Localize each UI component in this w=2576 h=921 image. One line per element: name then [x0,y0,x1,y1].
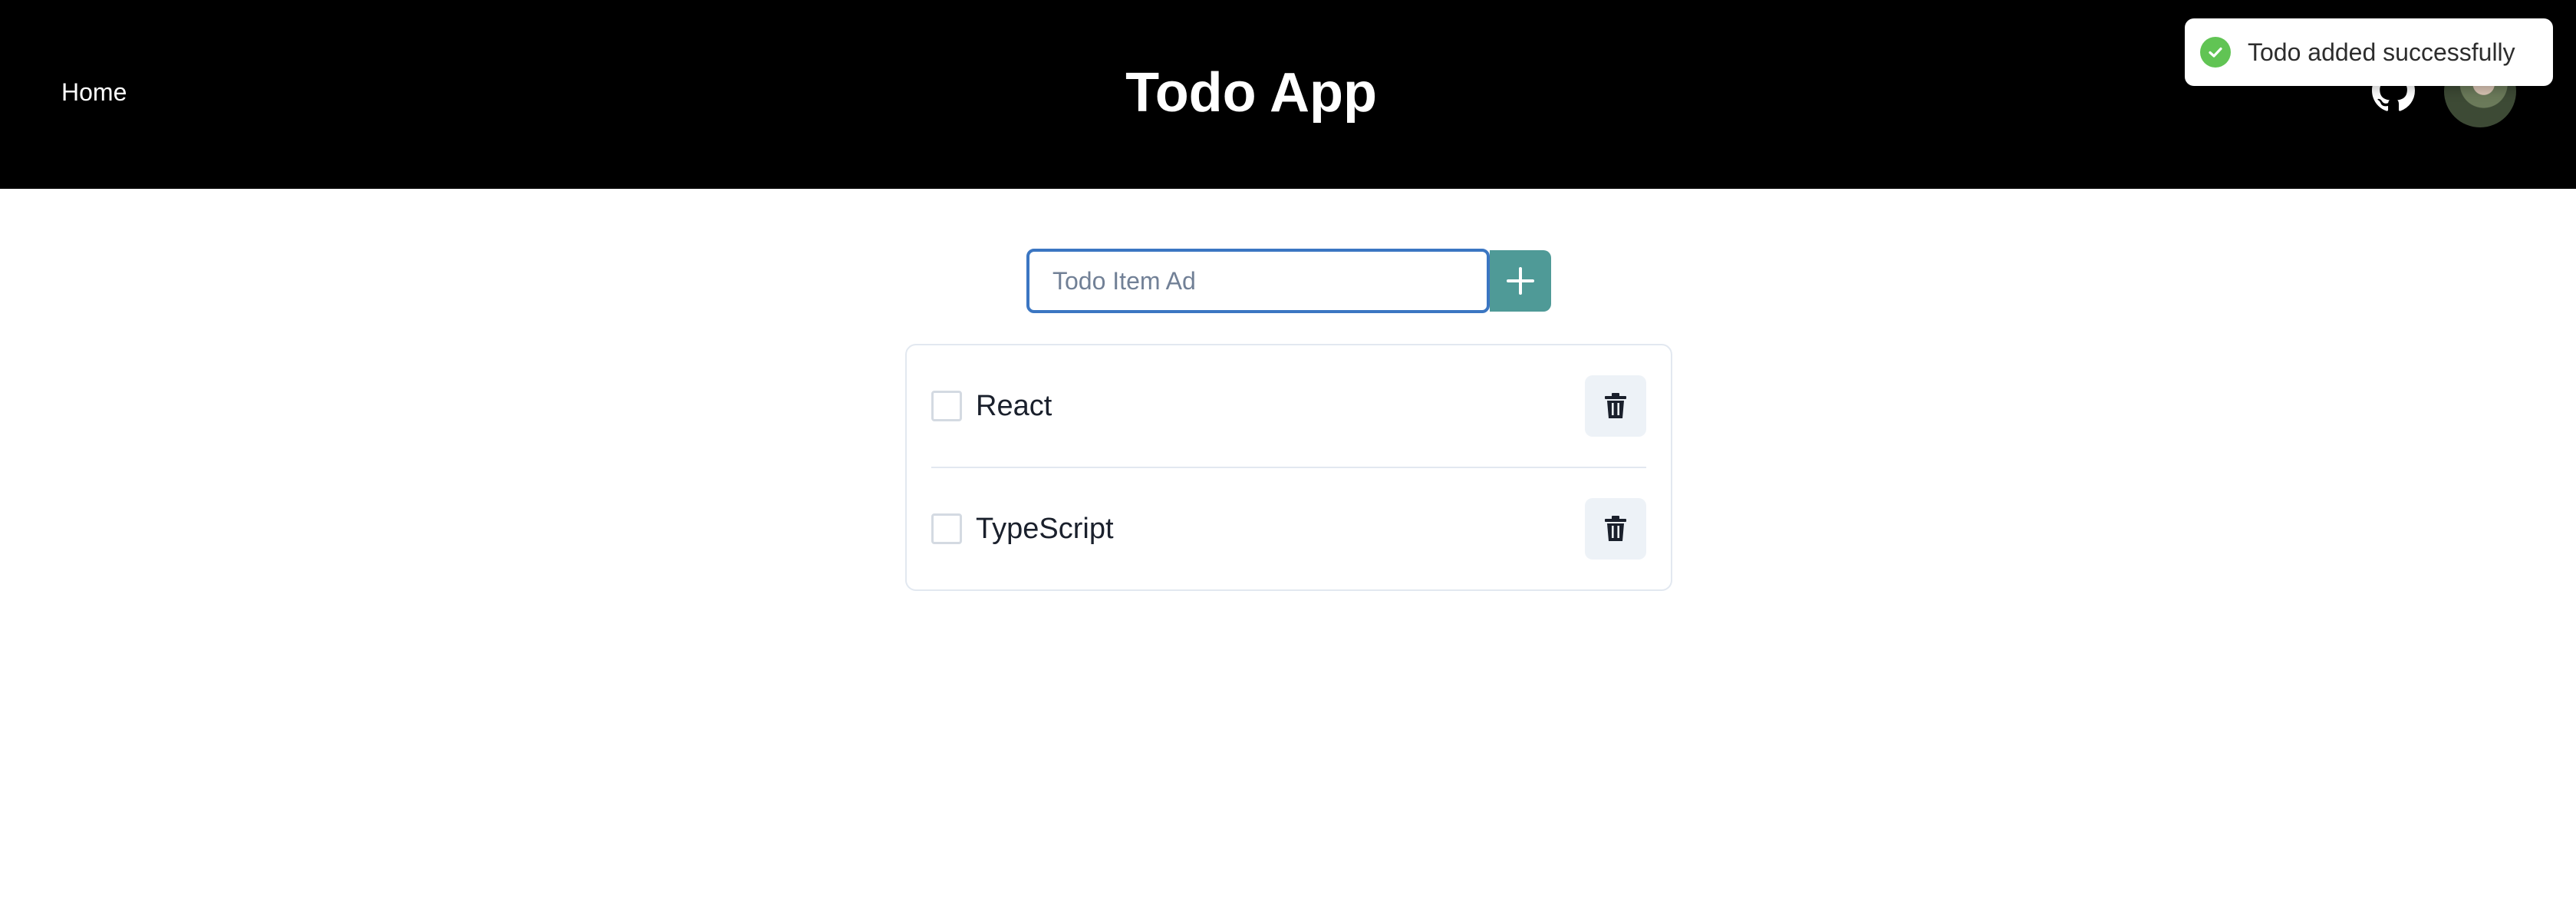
trash-icon [1605,516,1626,541]
delete-todo-button[interactable] [1585,498,1646,560]
todo-label: TypeScript [976,513,1114,545]
todo-checkbox[interactable] [931,513,962,544]
todo-list: React TypeScript [905,344,1672,591]
add-todo-form [1026,249,1551,313]
delete-todo-button[interactable] [1585,375,1646,437]
todo-label: React [976,390,1052,422]
todo-checkbox[interactable] [931,391,962,421]
check-circle-icon [2200,37,2231,68]
list-item: React [931,345,1646,468]
plus-icon [1507,267,1534,295]
page-title: Todo App [1125,62,1377,124]
add-todo-button[interactable] [1490,250,1551,312]
success-toast: Todo added successfully [2185,18,2553,86]
todo-input[interactable] [1026,249,1490,313]
toast-message: Todo added successfully [2248,38,2515,66]
list-item: TypeScript [931,468,1646,591]
trash-icon [1605,393,1626,418]
